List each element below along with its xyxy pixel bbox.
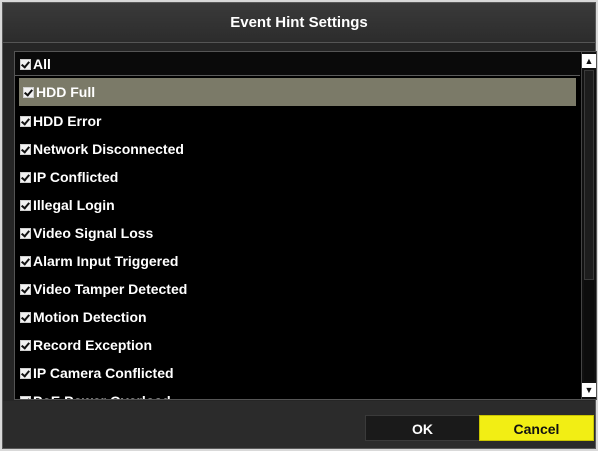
- hdd-error-checkbox[interactable]: [20, 115, 31, 127]
- select-all-label: All: [33, 56, 51, 72]
- ok-button[interactable]: OK: [365, 415, 480, 441]
- cancel-button[interactable]: Cancel: [479, 415, 594, 441]
- scroll-track[interactable]: [584, 70, 594, 381]
- poe-power-overload-checkbox[interactable]: [20, 395, 31, 399]
- list-item-hdd-full[interactable]: HDD Full: [19, 78, 576, 106]
- network-disconnected-checkbox[interactable]: [20, 143, 31, 155]
- video-signal-loss-checkbox[interactable]: [20, 227, 31, 239]
- select-all-row[interactable]: All: [15, 52, 580, 76]
- event-list: All HDD Full HDD Error Network Disconnec…: [14, 51, 597, 400]
- record-exception-checkbox[interactable]: [20, 339, 31, 351]
- ip-camera-conflicted-checkbox[interactable]: [20, 367, 31, 379]
- list-item-poe-power-overload[interactable]: PoE Power Overload: [15, 387, 580, 399]
- ip-conflicted-checkbox[interactable]: [20, 171, 31, 183]
- hdd-error-label: HDD Error: [33, 113, 102, 129]
- list-item-network-disconnected[interactable]: Network Disconnected: [15, 135, 580, 163]
- video-tamper-detected-checkbox[interactable]: [20, 283, 31, 295]
- hdd-full-checkbox[interactable]: [23, 86, 34, 98]
- network-disconnected-label: Network Disconnected: [33, 141, 184, 157]
- list-item-alarm-input-triggered[interactable]: Alarm Input Triggered: [15, 247, 580, 275]
- motion-detection-checkbox[interactable]: [20, 311, 31, 323]
- video-tamper-detected-label: Video Tamper Detected: [33, 281, 188, 297]
- motion-detection-label: Motion Detection: [33, 309, 147, 325]
- list-item-ip-conflicted[interactable]: IP Conflicted: [15, 163, 580, 191]
- alarm-input-triggered-checkbox[interactable]: [20, 255, 31, 267]
- list-scrollbar[interactable]: ▲ ▼: [581, 52, 596, 399]
- ip-camera-conflicted-label: IP Camera Conflicted: [33, 365, 174, 381]
- list-item-video-signal-loss[interactable]: Video Signal Loss: [15, 219, 580, 247]
- list-item-record-exception[interactable]: Record Exception: [15, 331, 580, 359]
- select-all-checkbox[interactable]: [20, 58, 31, 70]
- dialog-title: Event Hint Settings: [3, 3, 595, 43]
- ip-conflicted-label: IP Conflicted: [33, 169, 119, 185]
- illegal-login-checkbox[interactable]: [20, 199, 31, 211]
- illegal-login-label: Illegal Login: [33, 197, 115, 213]
- poe-power-overload-label: PoE Power Overload: [33, 387, 171, 399]
- scroll-down-icon[interactable]: ▼: [582, 383, 596, 397]
- list-item-video-tamper-detected[interactable]: Video Tamper Detected: [15, 275, 580, 303]
- scroll-thumb[interactable]: [584, 70, 594, 280]
- hdd-full-label: HDD Full: [36, 84, 96, 100]
- dialog-footer: OK Cancel: [3, 401, 595, 448]
- scroll-up-icon[interactable]: ▲: [582, 54, 596, 68]
- alarm-input-triggered-label: Alarm Input Triggered: [33, 253, 179, 269]
- record-exception-label: Record Exception: [33, 337, 153, 353]
- list-item-hdd-error[interactable]: HDD Error: [15, 107, 580, 135]
- event-hint-settings-dialog: Event Hint Settings All HDD Full HDD Err…: [2, 2, 597, 449]
- list-item-illegal-login[interactable]: Illegal Login: [15, 191, 580, 219]
- list-item-ip-camera-conflicted[interactable]: IP Camera Conflicted: [15, 359, 580, 387]
- video-signal-loss-label: Video Signal Loss: [33, 225, 154, 241]
- list-item-motion-detection[interactable]: Motion Detection: [15, 303, 580, 331]
